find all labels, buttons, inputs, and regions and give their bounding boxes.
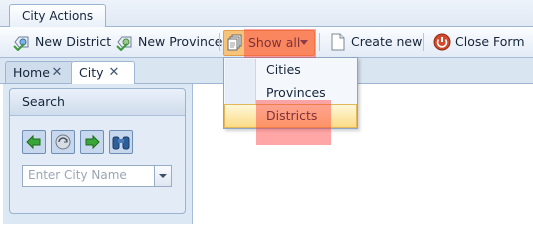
close-icon[interactable]: ✕ — [108, 62, 120, 83]
forward-button[interactable] — [80, 130, 104, 154]
power-icon — [433, 33, 451, 51]
close-form-button[interactable]: Close Form — [433, 31, 525, 53]
new-province-button[interactable]: New Province — [116, 31, 222, 53]
new-district-button[interactable]: New District — [13, 31, 111, 53]
toolbar-separator — [319, 33, 320, 51]
close-icon[interactable]: ✕ — [51, 62, 63, 83]
create-new-label: Create new — [351, 34, 423, 49]
new-province-icon — [116, 36, 132, 51]
new-district-icon — [13, 36, 29, 51]
stacked-pages-icon — [227, 34, 242, 51]
back-arrow-icon — [26, 134, 41, 150]
ribbon-tab-city-actions[interactable]: City Actions — [9, 4, 107, 27]
back-button[interactable] — [22, 130, 46, 154]
forward-arrow-icon — [85, 134, 100, 150]
new-district-label: New District — [35, 34, 112, 49]
new-document-icon — [331, 33, 345, 51]
ribbon-tabstrip: City Actions — [0, 0, 533, 27]
refresh-icon — [55, 134, 71, 150]
create-new-button[interactable]: Create new — [329, 31, 422, 53]
chevron-down-icon[interactable] — [154, 166, 171, 186]
toolbar-separator — [423, 33, 424, 51]
find-button[interactable] — [109, 130, 133, 154]
click-highlight — [244, 29, 316, 58]
refresh-button[interactable] — [51, 130, 75, 154]
menu-item-cities[interactable]: Cities — [225, 59, 356, 81]
new-province-label: New Province — [138, 34, 223, 49]
search-panel: Search Enter City Name — [9, 88, 186, 214]
search-panel-title: Search — [22, 94, 65, 109]
city-name-combobox[interactable]: Enter City Name — [22, 165, 172, 187]
binoculars-icon — [112, 136, 130, 150]
tab-city[interactable]: City ✕ — [71, 61, 135, 84]
tab-home-label: Home — [13, 65, 50, 80]
click-highlight — [256, 100, 331, 145]
menu-item-label: Cities — [266, 62, 301, 77]
toolbar-separator — [219, 33, 220, 51]
tab-city-label: City — [79, 65, 104, 80]
tab-home[interactable]: Home ✕ — [5, 61, 74, 83]
city-name-placeholder: Enter City Name — [28, 168, 127, 182]
search-panel-header: Search — [10, 89, 185, 116]
close-form-label: Close Form — [455, 34, 525, 49]
